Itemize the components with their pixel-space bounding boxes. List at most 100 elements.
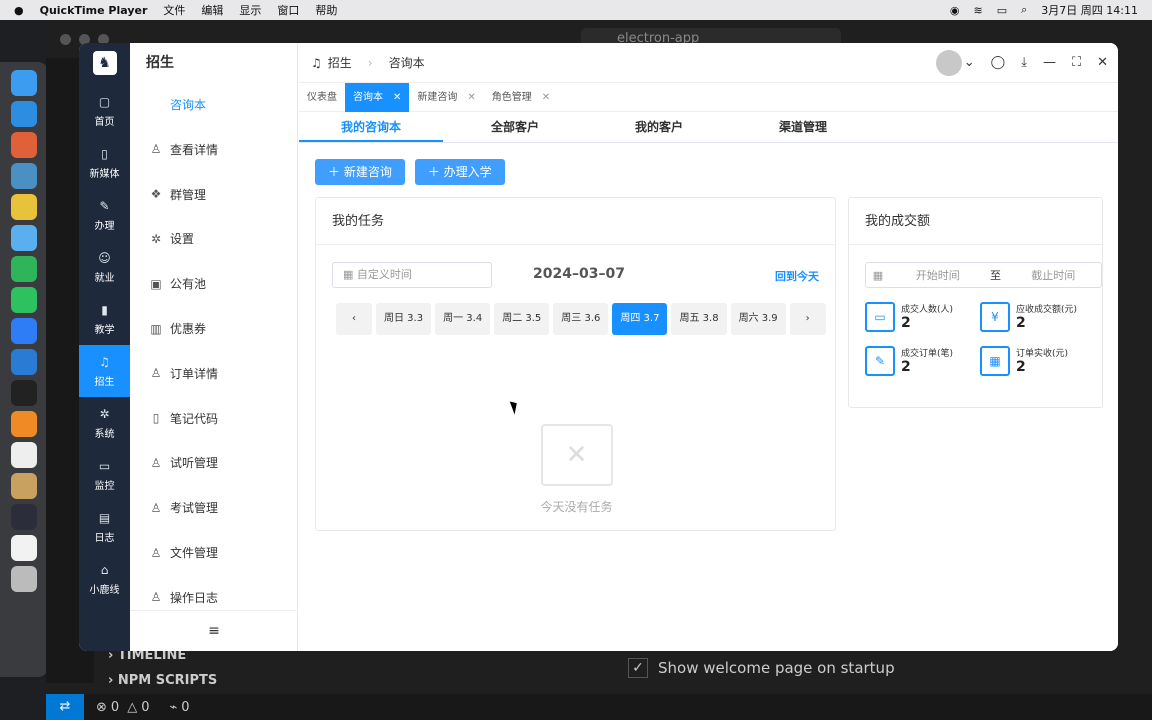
wechat-icon[interactable] <box>11 287 37 313</box>
submenu-item-files[interactable]: ♙ 文件管理 <box>130 530 297 575</box>
tab-all-customers[interactable]: 全部客户 <box>443 112 587 142</box>
minimize-icon[interactable]: — <box>1043 55 1056 70</box>
menu-window[interactable]: 窗口 <box>277 2 299 18</box>
range-end[interactable]: 截止时间 <box>1006 267 1102 283</box>
rail-item-employment[interactable]: ☺ 就业 <box>79 241 130 293</box>
check-icon[interactable]: ✓ <box>628 658 648 678</box>
submenu-item-pool[interactable]: ▣ 公有池 <box>130 261 297 306</box>
day-button[interactable]: 周二 3.5 <box>494 303 550 335</box>
remote-icon[interactable]: ⇄ <box>46 694 84 720</box>
menu-view[interactable]: 显示 <box>239 2 261 18</box>
rail-item-enroll[interactable]: ♫ 招生 <box>79 345 130 397</box>
trash-icon[interactable] <box>11 566 37 592</box>
menu-help[interactable]: 帮助 <box>315 2 337 18</box>
warning-icon[interactable]: △ <box>127 700 137 715</box>
rail-item-monitor[interactable]: ▭ 监控 <box>79 449 130 501</box>
search-icon[interactable]: ⌕ <box>1021 3 1027 17</box>
day-button[interactable]: 周一 3.4 <box>435 303 491 335</box>
stat-received: ▦ 订单实收(元) 2 <box>980 346 1095 376</box>
electron-icon[interactable] <box>11 504 37 530</box>
welcome-toggle[interactable]: ✓ Show welcome page on startup <box>628 658 895 678</box>
hbuilder-icon[interactable] <box>11 256 37 282</box>
prev-week-button[interactable]: ‹ <box>336 303 372 335</box>
submenu-item-orders[interactable]: ♙ 订单详情 <box>130 351 297 396</box>
back-to-today-link[interactable]: 回到今天 <box>775 268 819 284</box>
submenu-item-exam[interactable]: ♙ 考试管理 <box>130 485 297 530</box>
vscode-icon[interactable] <box>11 349 37 375</box>
quicktime-icon[interactable] <box>11 163 37 189</box>
terminal-icon[interactable] <box>11 380 37 406</box>
rail-item-home[interactable]: ▢ 首页 <box>79 85 130 137</box>
rail-item-handle[interactable]: ✎ 办理 <box>79 189 130 241</box>
day-button-selected[interactable]: 周四 3.7 <box>612 303 668 335</box>
wifi-icon[interactable]: ≋ <box>974 4 983 17</box>
paint-icon[interactable] <box>11 473 37 499</box>
tag-roles[interactable]: 角色管理 ✕ <box>484 83 558 112</box>
rail-item-log[interactable]: ▤ 日志 <box>79 501 130 553</box>
day-button[interactable]: 周五 3.8 <box>671 303 727 335</box>
clock[interactable]: 3月7日 周四 14:11 <box>1041 2 1138 18</box>
new-consult-button[interactable]: ＋ 新建咨询 <box>315 159 405 185</box>
range-start[interactable]: 开始时间 <box>890 267 986 283</box>
preview-icon[interactable] <box>11 535 37 561</box>
safari-icon[interactable] <box>11 101 37 127</box>
tab-my-customers[interactable]: 我的客户 <box>587 112 731 142</box>
launchpad-icon[interactable] <box>11 132 37 158</box>
rail-item-teaching[interactable]: ▮ 教学 <box>79 293 130 345</box>
tab-my-consult[interactable]: 我的咨询本 <box>299 112 443 142</box>
monitor-icon: ▭ <box>865 302 895 332</box>
chrome-icon[interactable] <box>11 194 37 220</box>
submenu-item-details[interactable]: ♙ 查看详情 <box>130 127 297 172</box>
submenu-item-trial[interactable]: ♙ 试听管理 <box>130 441 297 486</box>
rail-item-system[interactable]: ✲ 系统 <box>79 397 130 449</box>
feishu-icon[interactable] <box>11 318 37 344</box>
battery-icon[interactable]: ▭ <box>997 4 1007 17</box>
sublime-icon[interactable] <box>11 411 37 437</box>
collapse-menu-icon[interactable]: ≡ <box>130 610 298 651</box>
submenu-item-coupons[interactable]: ▥ 优惠券 <box>130 306 297 351</box>
close-icon[interactable]: ✕ <box>542 83 550 112</box>
rail-label: 日志 <box>94 532 115 544</box>
submenu-item-consult[interactable]: 咨询本 <box>130 83 297 127</box>
npm-scripts-section[interactable]: › NPM SCRIPTS <box>94 668 402 693</box>
tag-label: 角色管理 <box>491 91 532 103</box>
chevron-down-icon[interactable]: ⌄ <box>964 55 975 70</box>
error-icon[interactable]: ⊗ <box>96 700 107 715</box>
next-week-button[interactable]: › <box>789 303 826 335</box>
submenu-item-groups[interactable]: ❖ 群管理 <box>130 172 297 217</box>
close-icon[interactable]: ✕ <box>467 83 475 112</box>
apple-icon[interactable]: ● <box>14 4 24 17</box>
custom-date-picker[interactable]: ▦ 自定义时间 <box>332 262 492 288</box>
menu-edit[interactable]: 编辑 <box>201 2 223 18</box>
rail-item-media[interactable]: ▯ 新媒体 <box>79 137 130 189</box>
menu-file[interactable]: 文件 <box>163 2 185 18</box>
close-icon[interactable]: ✕ <box>1097 55 1108 70</box>
fullscreen-icon[interactable]: ⛶ <box>1072 55 1081 70</box>
record-icon[interactable]: ◉ <box>950 4 960 17</box>
tag-label: 新建咨询 <box>417 91 458 103</box>
day-button[interactable]: 周日 3.3 <box>376 303 432 335</box>
tag-consult[interactable]: 咨询本 ✕ <box>345 82 410 112</box>
ports-icon[interactable]: ⌁ <box>169 700 177 715</box>
close-icon[interactable]: ✕ <box>393 83 401 112</box>
date-range-picker[interactable]: ▦ 开始时间 至 截止时间 <box>865 262 1102 288</box>
download-icon[interactable]: ⤓ <box>1021 55 1027 70</box>
finder-icon[interactable] <box>11 70 37 96</box>
submenu-item-settings[interactable]: ✲ 设置 <box>130 217 297 262</box>
app-icon[interactable] <box>11 225 37 251</box>
tab-channels[interactable]: 渠道管理 <box>731 112 875 142</box>
close-dot[interactable] <box>60 33 71 45</box>
app-name[interactable]: QuickTime Player <box>40 4 148 17</box>
breadcrumb-parent[interactable]: 招生 <box>328 54 352 71</box>
submenu-item-notes[interactable]: ▯ 笔记代码 <box>130 396 297 441</box>
typora-icon[interactable] <box>11 442 37 468</box>
rail-item-xiaolu[interactable]: ⌂ 小鹿线 <box>79 553 130 605</box>
message-icon[interactable]: ◯ <box>991 55 1006 70</box>
enroll-button[interactable]: ＋ 办理入学 <box>414 159 505 185</box>
day-button[interactable]: 周三 3.6 <box>553 303 609 335</box>
log-icon: ▤ <box>98 510 111 525</box>
day-button[interactable]: 周六 3.9 <box>730 303 786 335</box>
tag-new-consult[interactable]: 新建咨询 ✕ <box>409 83 483 112</box>
avatar[interactable] <box>935 49 962 76</box>
tag-dashboard[interactable]: 仪表盘 <box>299 83 345 112</box>
